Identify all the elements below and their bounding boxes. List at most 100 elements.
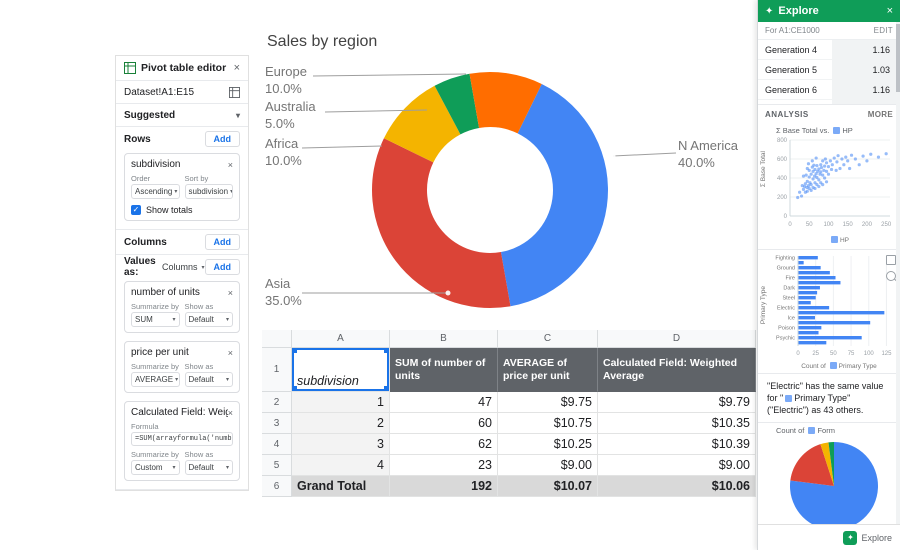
select-all-corner[interactable] xyxy=(262,330,292,348)
slice-label-namerica: N America 40.0% xyxy=(678,137,738,171)
show-as-select[interactable]: Default ▾ xyxy=(184,372,233,387)
cell-b1[interactable]: SUM of number of units xyxy=(390,348,498,392)
svg-text:0: 0 xyxy=(784,214,788,220)
row-header-6[interactable]: 6 xyxy=(262,476,292,497)
dropdown-caret-icon: ▾ xyxy=(172,317,176,323)
explore-toggle-button[interactable]: ✦ Explore xyxy=(843,530,892,545)
column-header-c[interactable]: C xyxy=(498,330,598,348)
cell-d1[interactable]: Calculated Field: Weighted Average xyxy=(598,348,756,392)
add-rows-button[interactable]: Add xyxy=(204,131,240,147)
cell-a2[interactable]: 1 xyxy=(292,392,390,413)
pie-chart[interactable] xyxy=(784,438,884,534)
selection-handle[interactable] xyxy=(384,386,389,391)
bar-x-axis-label: Count of Primary Type xyxy=(768,362,900,373)
remove-row-field-icon[interactable]: × xyxy=(228,160,233,170)
order-select[interactable]: Ascending ▾ xyxy=(131,184,180,199)
row-header-4[interactable]: 4 xyxy=(262,434,292,455)
svg-text:125: 125 xyxy=(881,351,892,357)
selection-handle[interactable] xyxy=(384,348,389,353)
column-header-a[interactable]: A xyxy=(292,330,390,348)
cell-c2[interactable]: $9.75 xyxy=(498,392,598,413)
formula-input[interactable]: =SUM(arrayformula('number of units'*'pri… xyxy=(131,432,233,446)
cell-d2[interactable]: $9.79 xyxy=(598,392,756,413)
cell-c1[interactable]: AVERAGE of price per unit xyxy=(498,348,598,392)
slice-name: N America xyxy=(678,138,738,153)
sortby-select[interactable]: subdivision ▾ xyxy=(184,184,233,199)
cell-a4[interactable]: 3 xyxy=(292,434,390,455)
cell-b5[interactable]: 23 xyxy=(390,455,498,476)
slice-name: Asia xyxy=(265,276,291,291)
remove-value-field-icon[interactable]: × xyxy=(228,408,233,418)
row-header-5[interactable]: 5 xyxy=(262,455,292,476)
show-as-select[interactable]: Default ▾ xyxy=(184,460,233,475)
cell-c6[interactable]: $10.07 xyxy=(498,476,598,497)
dropdown-caret-icon: ▾ xyxy=(230,189,233,195)
cell-b4[interactable]: 62 xyxy=(390,434,498,455)
column-header-d[interactable]: D xyxy=(598,330,756,348)
summarize-by-select[interactable]: Custom ▾ xyxy=(131,460,180,475)
cell-c5[interactable]: $9.00 xyxy=(498,455,598,476)
cell-b2[interactable]: 47 xyxy=(390,392,498,413)
explore-close-icon[interactable]: × xyxy=(887,5,893,17)
row-header-2[interactable]: 2 xyxy=(262,392,292,413)
scrollbar[interactable] xyxy=(896,22,900,525)
slice-percent: 35.0% xyxy=(265,293,302,308)
cell-a1-selected[interactable]: subdivision xyxy=(292,348,390,392)
add-values-button[interactable]: Add xyxy=(204,259,240,275)
remove-value-field-icon[interactable]: × xyxy=(228,348,233,358)
cell-b3[interactable]: 60 xyxy=(390,413,498,434)
values-as-select[interactable]: Columns ▾ xyxy=(162,262,205,272)
expand-icon[interactable] xyxy=(886,255,896,265)
remove-value-field-icon[interactable]: × xyxy=(228,288,233,298)
pie-chart-card[interactable]: Count of Form xyxy=(758,422,900,534)
preview-row[interactable]: Generation 5 1.03 xyxy=(758,60,900,80)
scrollbar-thumb[interactable] xyxy=(896,24,900,92)
selection-handle[interactable] xyxy=(292,348,297,353)
more-button[interactable]: MORE xyxy=(868,110,893,119)
row-header-3[interactable]: 3 xyxy=(262,413,292,434)
zoom-icon[interactable] xyxy=(886,271,896,281)
explore-range-row: For A1:CE1000 EDIT xyxy=(758,22,900,40)
summarize-by-select[interactable]: AVERAGE ▾ xyxy=(131,372,180,387)
preview-row[interactable]: Generation 6 1.16 xyxy=(758,80,900,100)
bar-chart[interactable]: 0 25 50 75 100 125 Fighting Ground Fire Dark Steel… xyxy=(768,252,895,362)
cell-c3[interactable]: $10.75 xyxy=(498,413,598,434)
scatter-plot[interactable]: 0 200 400 600 800 0 50 100 150 200 250 xyxy=(768,136,895,236)
column-chip-icon xyxy=(830,236,838,243)
svg-text:Fighting: Fighting xyxy=(775,255,795,261)
add-columns-button[interactable]: Add xyxy=(204,234,240,250)
scatter-chart-card[interactable]: Σ Base Total vs. HP Σ Base Total 0 200 400… xyxy=(758,123,900,247)
bar-chart-card[interactable]: Primary Type 0 25 50 75 100 125 Fighting Ground… xyxy=(758,252,900,373)
cell-d4[interactable]: $10.39 xyxy=(598,434,756,455)
close-icon[interactable]: × xyxy=(234,62,240,74)
cell-a3[interactable]: 2 xyxy=(292,413,390,434)
suggested-row[interactable]: Suggested ▾ xyxy=(116,103,248,126)
preview-row[interactable]: Generation 4 1.16 xyxy=(758,40,900,60)
row-header-1[interactable]: 1 xyxy=(262,348,292,392)
svg-text:250: 250 xyxy=(881,222,892,228)
select-data-range-icon[interactable] xyxy=(229,86,240,98)
column-header-b[interactable]: B xyxy=(390,330,498,348)
cell-d6[interactable]: $10.06 xyxy=(598,476,756,497)
cell-d5[interactable]: $9.00 xyxy=(598,455,756,476)
edit-range-button[interactable]: EDIT xyxy=(874,26,893,35)
cell-b6[interactable]: 192 xyxy=(390,476,498,497)
summarize-by-select[interactable]: SUM ▾ xyxy=(131,312,180,327)
show-as-select[interactable]: Default ▾ xyxy=(184,312,233,327)
explore-footer: ✦ Explore xyxy=(758,524,900,550)
cell-a6-grand-total[interactable]: Grand Total xyxy=(292,476,390,497)
bar-y-axis-label: Primary Type xyxy=(760,286,767,325)
scatter-title: Σ Base Total vs. HP xyxy=(768,123,900,136)
show-totals-checkbox[interactable]: ✓ xyxy=(131,205,141,215)
selection-handle[interactable] xyxy=(292,386,297,391)
cell-c4[interactable]: $10.25 xyxy=(498,434,598,455)
show-as-label: Show as xyxy=(184,362,214,371)
slice-name: Europe xyxy=(265,64,307,79)
cell-d3[interactable]: $10.35 xyxy=(598,413,756,434)
show-as-value: Default xyxy=(188,375,214,384)
cell-a5[interactable]: 4 xyxy=(292,455,390,476)
donut-chart[interactable] xyxy=(255,25,760,325)
google-sheets-screen: Pivot table editor × Dataset!A1:E15 Sugg… xyxy=(0,0,900,550)
summarize-by-label: Summarize by xyxy=(131,450,179,459)
summarize-by-value: SUM xyxy=(135,315,153,324)
